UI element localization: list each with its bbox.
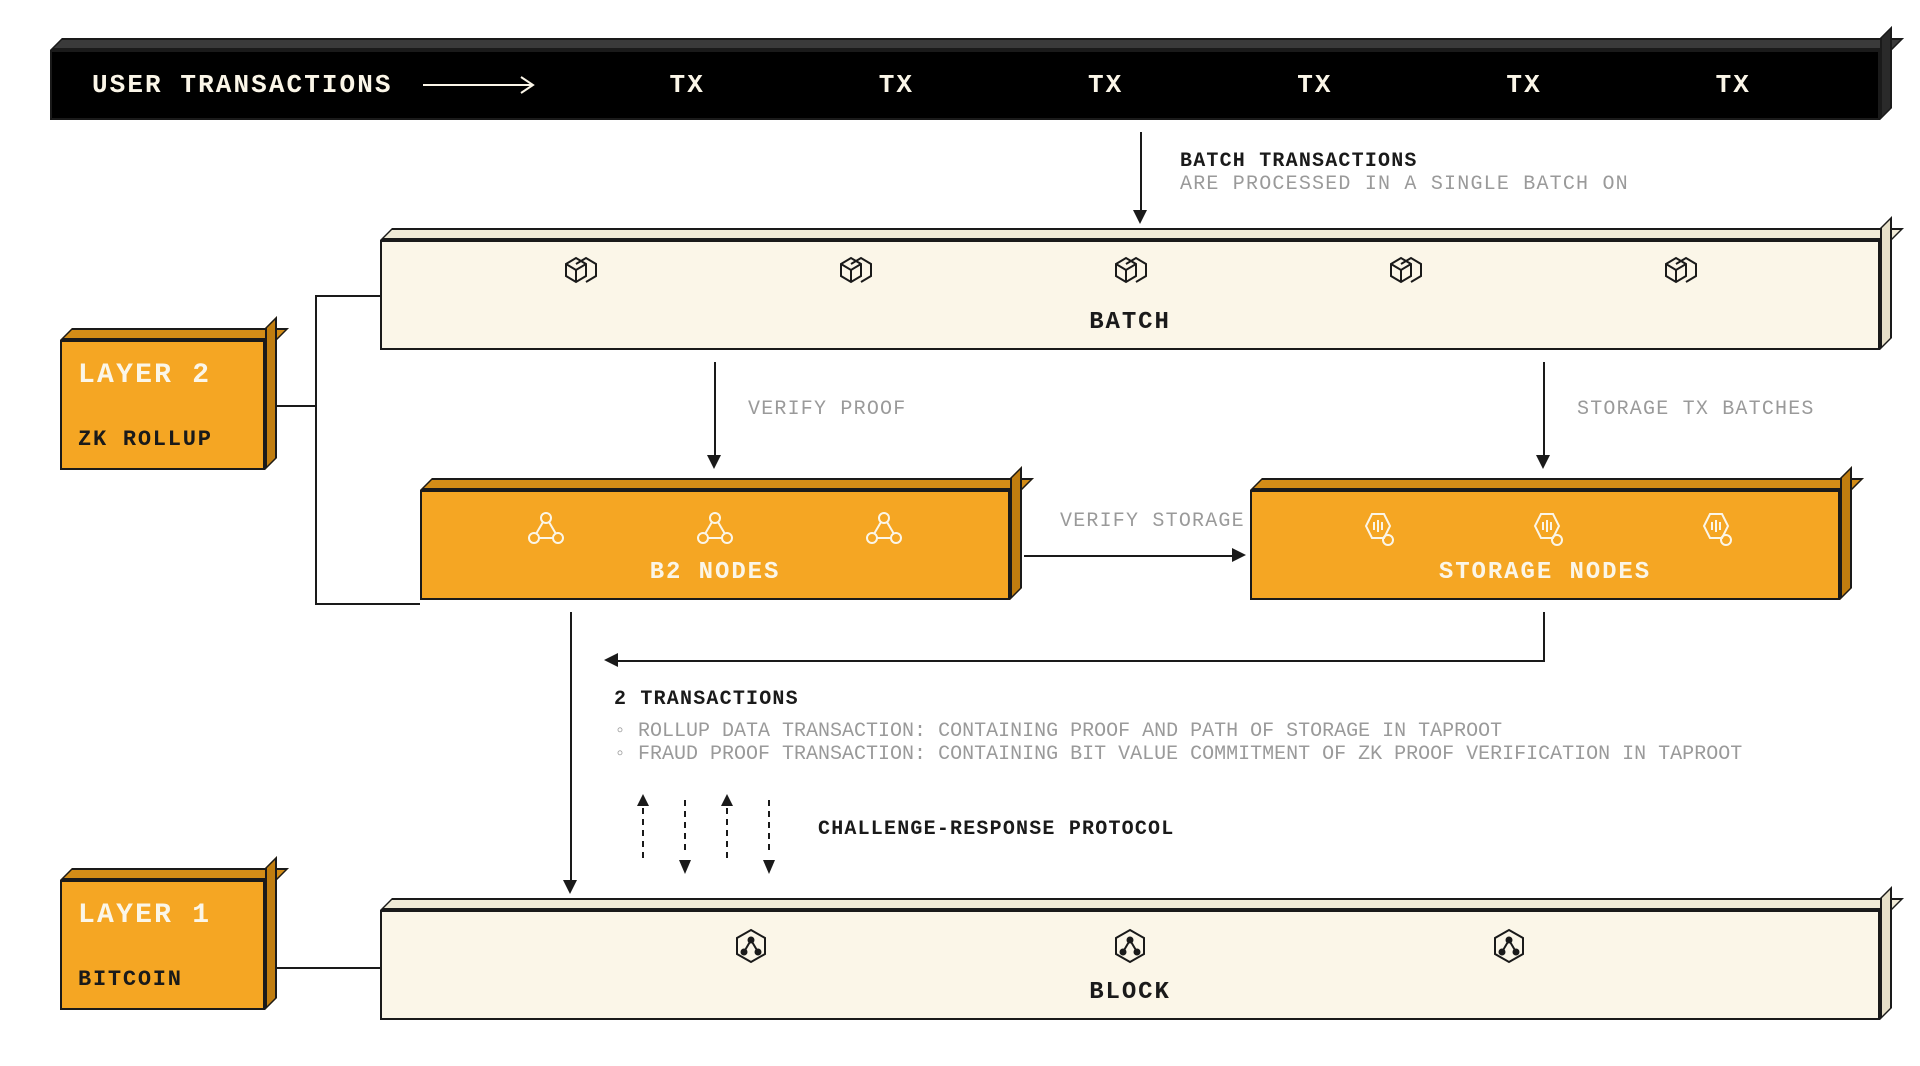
connector	[1140, 132, 1142, 212]
arrowhead-icon	[1232, 548, 1246, 562]
batch-label: BATCH	[382, 309, 1878, 336]
dashed-arrow-up-icon	[720, 808, 734, 868]
user-transactions-title: USER TRANSACTIONS	[92, 70, 393, 100]
tx-label: TX	[1297, 70, 1332, 100]
bullet-item: ROLLUP DATA TRANSACTION: CONTAINING PROO…	[614, 720, 1742, 743]
connector	[277, 405, 317, 407]
storage-hex-icon	[1692, 510, 1736, 550]
tx-label: TX	[879, 70, 914, 100]
layer1-title: LAYER 1	[78, 900, 211, 931]
connector	[714, 362, 716, 457]
connector	[618, 660, 1545, 662]
storage-tx-label: STORAGE TX BATCHES	[1577, 398, 1815, 421]
storage-hex-icon	[1354, 510, 1398, 550]
block-label: BLOCK	[382, 979, 1878, 1006]
batch-cube-icon	[833, 256, 877, 294]
node-circle-icon	[526, 510, 566, 548]
batch-cube-icon	[558, 256, 602, 294]
dashed-arrow-down-icon	[762, 800, 776, 860]
verify-proof-label: VERIFY PROOF	[748, 398, 906, 421]
connector	[1543, 612, 1545, 662]
tx-label: TX	[1506, 70, 1541, 100]
verify-storage-label: VERIFY STORAGE	[1060, 510, 1245, 533]
tx-label: TX	[1716, 70, 1751, 100]
arrowhead-icon	[1133, 210, 1147, 224]
connector	[1024, 555, 1234, 557]
block-icons	[382, 926, 1878, 966]
architecture-diagram: USER TRANSACTIONS TX TX TX TX TX TX BATC…	[0, 0, 1920, 1066]
arrowhead-icon	[707, 455, 721, 469]
batch-cube-icon	[1383, 256, 1427, 294]
batch-bar: BATCH	[380, 240, 1880, 350]
dashed-arrow-up-icon	[636, 808, 650, 868]
connector	[570, 612, 572, 882]
connector	[315, 603, 420, 605]
two-transactions-title: 2 TRANSACTIONS	[614, 688, 799, 711]
block-hex-icon	[1110, 926, 1150, 966]
connector	[315, 295, 317, 605]
node-circle-icon	[864, 510, 904, 548]
b2-nodes-bar: B2 NODES	[420, 490, 1010, 600]
b2-node-icons	[422, 510, 1008, 548]
layer2-sub: ZK ROLLUP	[78, 427, 213, 452]
b2-nodes-label: B2 NODES	[422, 559, 1008, 586]
challenge-response-label: CHALLENGE-RESPONSE PROTOCOL	[818, 818, 1174, 841]
tx-label: TX	[670, 70, 705, 100]
layer2-box: LAYER 2 ZK ROLLUP	[60, 340, 265, 470]
block-hex-icon	[1489, 926, 1529, 966]
two-transactions-bullets: ROLLUP DATA TRANSACTION: CONTAINING PROO…	[614, 720, 1742, 766]
connector	[315, 295, 380, 297]
layer1-sub: BITCOIN	[78, 967, 183, 992]
storage-node-icons	[1252, 510, 1838, 550]
tx-items: TX TX TX TX TX TX	[583, 70, 1838, 100]
batch-transactions-annot: BATCH TRANSACTIONS ARE PROCESSED IN A SI…	[1180, 150, 1629, 196]
block-bar: BLOCK	[380, 910, 1880, 1020]
arrow-right-icon	[423, 75, 543, 95]
arrowhead-icon	[1536, 455, 1550, 469]
bullet-item: FRAUD PROOF TRANSACTION: CONTAINING BIT …	[614, 743, 1742, 766]
node-circle-icon	[695, 510, 735, 548]
tx-label: TX	[1088, 70, 1123, 100]
storage-nodes-bar: STORAGE NODES	[1250, 490, 1840, 600]
connector	[1543, 362, 1545, 457]
storage-hex-icon	[1523, 510, 1567, 550]
dashed-arrow-down-icon	[678, 800, 692, 860]
connector	[277, 967, 380, 969]
batch-cube-icon	[1658, 256, 1702, 294]
layer1-box: LAYER 1 BITCOIN	[60, 880, 265, 1010]
batch-cube-icon	[1108, 256, 1152, 294]
storage-nodes-label: STORAGE NODES	[1252, 559, 1838, 586]
user-transactions-bar: USER TRANSACTIONS TX TX TX TX TX TX	[50, 50, 1880, 120]
block-hex-icon	[731, 926, 771, 966]
batch-icons	[382, 256, 1878, 294]
layer2-title: LAYER 2	[78, 360, 211, 391]
arrowhead-icon	[563, 880, 577, 894]
arrowhead-icon	[604, 653, 618, 667]
